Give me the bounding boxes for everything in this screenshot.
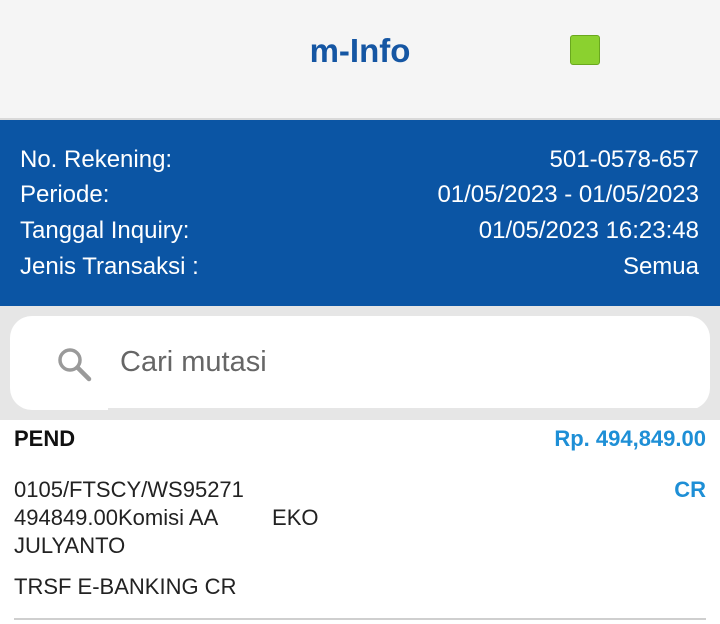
account-info-panel: No. Rekening: 501-0578-657 Periode: 01/0… <box>0 120 720 306</box>
account-number-row: No. Rekening: 501-0578-657 <box>20 142 699 178</box>
search-box[interactable] <box>10 316 710 410</box>
app-header: m-Info <box>0 0 720 120</box>
search-bar-container <box>0 306 720 420</box>
period-row: Periode: 01/05/2023 - 01/05/2023 <box>20 177 699 213</box>
transaction-description-line-1: 0105/FTSCY/WS95271 <box>14 477 244 502</box>
transaction-item[interactable]: PEND Rp. 494,849.00 CR 0105/FTSCY/WS9527… <box>0 420 720 620</box>
transaction-amount: Rp. 494,849.00 <box>554 426 706 451</box>
transaction-status: PEND <box>14 426 76 451</box>
period-value: 01/05/2023 - 01/05/2023 <box>437 181 699 208</box>
search-underline <box>108 408 702 410</box>
transaction-type-value: Semua <box>622 253 699 280</box>
transaction-type-label: Jenis Transaksi : <box>20 253 199 280</box>
transaction-description-line-3: JULYANTO <box>14 533 126 558</box>
account-number-value: 501-0578-657 <box>549 146 699 173</box>
page-title: m-Info <box>309 32 411 69</box>
inquiry-date-value: 01/05/2023 16:23:48 <box>478 217 699 244</box>
inquiry-date-label: Tanggal Inquiry: <box>20 217 190 244</box>
status-indicator-icon <box>570 35 600 65</box>
transaction-description-line-2: 494849.00Komisi AA EKO <box>14 505 319 530</box>
transaction-type-row: Jenis Transaksi : Semua <box>20 249 699 285</box>
search-input[interactable] <box>120 342 680 382</box>
inquiry-date-row: Tanggal Inquiry: 01/05/2023 16:23:48 <box>20 213 699 249</box>
transaction-divider <box>14 618 706 620</box>
period-label: Periode: <box>20 181 110 208</box>
account-number-label: No. Rekening: <box>20 146 173 173</box>
transaction-type-badge: CR <box>674 477 706 502</box>
transaction-remark: TRSF E-BANKING CR <box>14 574 237 599</box>
search-icon[interactable] <box>56 346 92 382</box>
